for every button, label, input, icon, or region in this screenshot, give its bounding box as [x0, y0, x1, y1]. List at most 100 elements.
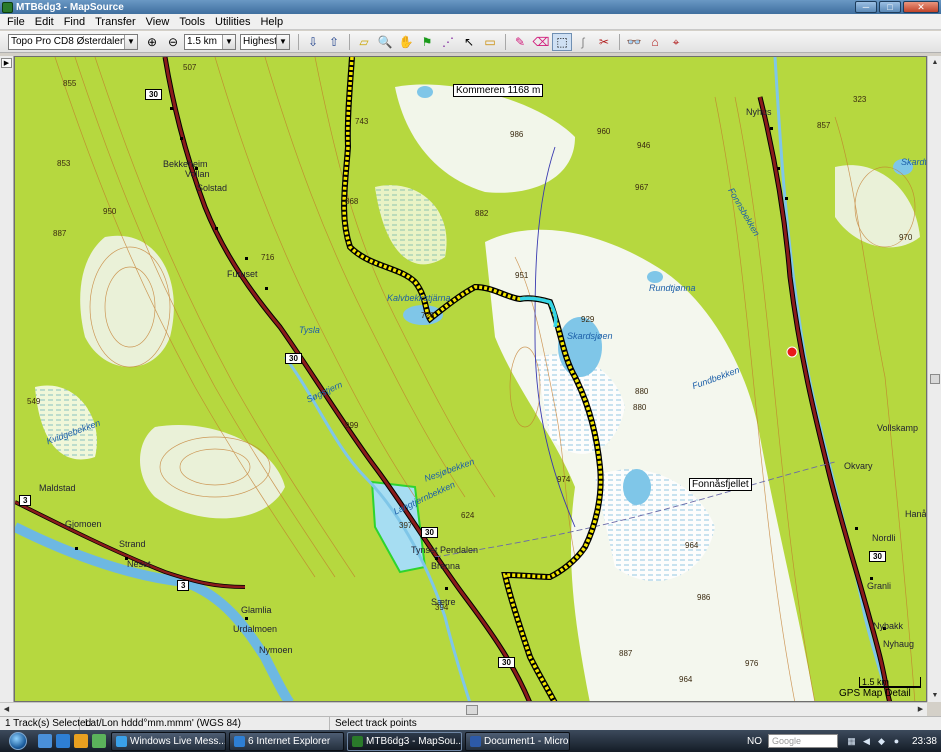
elevation-label: 880 [633, 403, 647, 412]
elevation-label: 887 [619, 649, 633, 658]
language-indicator[interactable]: NO [747, 736, 762, 747]
menu-find[interactable]: Find [59, 14, 90, 30]
topo-map-canvas[interactable]: Kommeren 1168 m Fonnåsfjellet Bekkeheim … [14, 56, 927, 702]
system-tray: NO Google ▦ ◀ ◆ ● 23:38 [747, 730, 941, 752]
vertical-scroll-thumb[interactable] [930, 374, 940, 384]
windows-taskbar: Windows Live Mess... 6 Internet Explorer… [0, 730, 941, 752]
mapsource-icon [352, 735, 363, 747]
place-label: Tynset Pendalen [411, 545, 479, 555]
zoom-scale-select[interactable]: 1.5 km ▼ [184, 33, 236, 50]
peak-label-kommeren[interactable]: Kommeren 1168 m [453, 84, 544, 97]
elevation-label: 394 [435, 603, 449, 612]
pan-hand-icon[interactable]: ✋ [396, 33, 416, 51]
messenger-quicklaunch-icon[interactable] [92, 734, 106, 748]
google-search-input[interactable]: Google [767, 734, 838, 748]
send-to-device-icon[interactable]: ⇧ [324, 33, 344, 51]
internet-explorer-icon [234, 735, 245, 747]
expand-panel-button[interactable]: ▶ [1, 58, 12, 68]
network-icon[interactable]: ▦ [846, 736, 857, 747]
zoom-out-icon[interactable]: ⊖ [163, 33, 183, 51]
join-track-icon[interactable]: ✂ [594, 33, 614, 51]
peak-label-fonnasfjellet[interactable]: Fonnåsfjellet [689, 478, 752, 491]
place-label: Nymoen [259, 645, 293, 655]
elevation-label: 986 [510, 130, 524, 139]
mapsource-window: MTB6dg3 - MapSource ─ □ ✕ File Edit Find… [0, 0, 941, 752]
road-shield-30: 30 [869, 551, 886, 562]
waypoint-flag-icon[interactable]: ⚑ [417, 33, 437, 51]
find-near-icon[interactable]: 👓 [624, 33, 644, 51]
place-label: Hanå [905, 509, 927, 519]
taskbar-item-word[interactable]: Document1 - Micro... [465, 731, 570, 751]
select-track-points-icon[interactable]: ⬚ [552, 32, 572, 51]
scroll-right-icon[interactable]: ▶ [914, 704, 927, 716]
map-product-select[interactable]: Topo Pro CD8 Østerdalen ▼ [8, 33, 138, 50]
map-select-icon[interactable]: ▱ [354, 33, 374, 51]
eraser-icon[interactable]: ⌫ [531, 33, 551, 51]
taskbar-item-internet-explorer[interactable]: 6 Internet Explorer [229, 731, 344, 751]
media-player-icon[interactable] [74, 734, 88, 748]
zoom-in-icon[interactable]: ⊕ [142, 33, 162, 51]
menu-transfer[interactable]: Transfer [90, 14, 141, 30]
water-label: Skardtjønna [901, 157, 927, 167]
receive-from-device-icon[interactable]: ⇩ [303, 33, 323, 51]
messenger-icon [116, 735, 127, 747]
road-barrier-icon [786, 346, 798, 358]
clock[interactable]: 23:38 [912, 736, 937, 747]
water-label: Skardsjøen [567, 331, 613, 341]
draw-track-icon[interactable]: ✎ [510, 33, 530, 51]
place-label: Furuset [227, 269, 258, 279]
detail-level-value: Highest [243, 36, 276, 47]
title-bar[interactable]: MTB6dg3 - MapSource ─ □ ✕ [0, 0, 941, 14]
horizontal-scroll-thumb[interactable] [466, 705, 478, 715]
windows-orb-icon [9, 732, 27, 750]
elevation-label: 960 [597, 127, 611, 136]
taskbar-item-label: 6 Internet Explorer [248, 735, 331, 747]
find-places-icon[interactable]: ⌖ [666, 33, 686, 51]
elevation-label: 743 [355, 117, 369, 126]
measure-icon[interactable]: ▭ [480, 33, 500, 51]
divide-track-icon[interactable]: ʃ [573, 33, 593, 51]
horizontal-scrollbar[interactable]: ◀ ▶ [0, 702, 927, 716]
elevation-label: 726 [421, 311, 435, 320]
elevation-label: 950 [103, 207, 117, 216]
close-button[interactable]: ✕ [903, 1, 939, 13]
vertical-scrollbar[interactable]: ▲ ▼ [927, 56, 941, 702]
menu-utilities[interactable]: Utilities [210, 14, 255, 30]
minimize-button[interactable]: ─ [855, 1, 877, 13]
menu-edit[interactable]: Edit [30, 14, 59, 30]
elevation-label: 951 [515, 271, 529, 280]
place-label: Maldstad [39, 483, 76, 493]
elevation-label: 507 [183, 63, 197, 72]
place-label: Glamlia [241, 605, 272, 615]
find-next-icon[interactable]: ⌂ [645, 33, 665, 51]
zoom-tool-icon[interactable]: 🔍 [375, 33, 395, 51]
scroll-up-icon[interactable]: ▲ [929, 56, 941, 69]
mapsource-app-icon[interactable] [2, 1, 13, 13]
volume-icon[interactable]: ◀ [861, 736, 872, 747]
security-icon[interactable]: ◆ [876, 736, 887, 747]
internet-explorer-icon[interactable] [56, 734, 70, 748]
menu-tools[interactable]: Tools [174, 14, 210, 30]
select-arrow-icon[interactable]: ↖ [459, 33, 479, 51]
map-product-value: Topo Pro CD8 Østerdalen [11, 36, 124, 47]
elevation-label: 868 [345, 197, 359, 206]
taskbar-item-messenger[interactable]: Windows Live Mess... [111, 731, 226, 751]
route-tool-icon[interactable]: ⋰ [438, 33, 458, 51]
scroll-down-icon[interactable]: ▼ [929, 689, 941, 702]
topo-map-graphic [15, 57, 920, 701]
maximize-button[interactable]: □ [879, 1, 901, 13]
taskbar-item-mapsource[interactable]: MTB6dg3 - MapSou... [347, 731, 462, 751]
elevation-label: 853 [57, 159, 71, 168]
tray-app-icon[interactable]: ● [891, 736, 902, 747]
elevation-label: 549 [27, 397, 41, 406]
menu-file[interactable]: File [2, 14, 30, 30]
scroll-left-icon[interactable]: ◀ [0, 704, 13, 716]
menu-help[interactable]: Help [255, 14, 288, 30]
show-desktop-icon[interactable] [38, 734, 52, 748]
detail-level-select[interactable]: Highest ▼ [240, 33, 290, 50]
start-button[interactable] [0, 730, 36, 752]
place-label: Solstad [197, 183, 228, 193]
menu-view[interactable]: View [141, 14, 175, 30]
chevron-down-icon: ▼ [276, 34, 289, 49]
place-label: Granli [867, 581, 892, 591]
